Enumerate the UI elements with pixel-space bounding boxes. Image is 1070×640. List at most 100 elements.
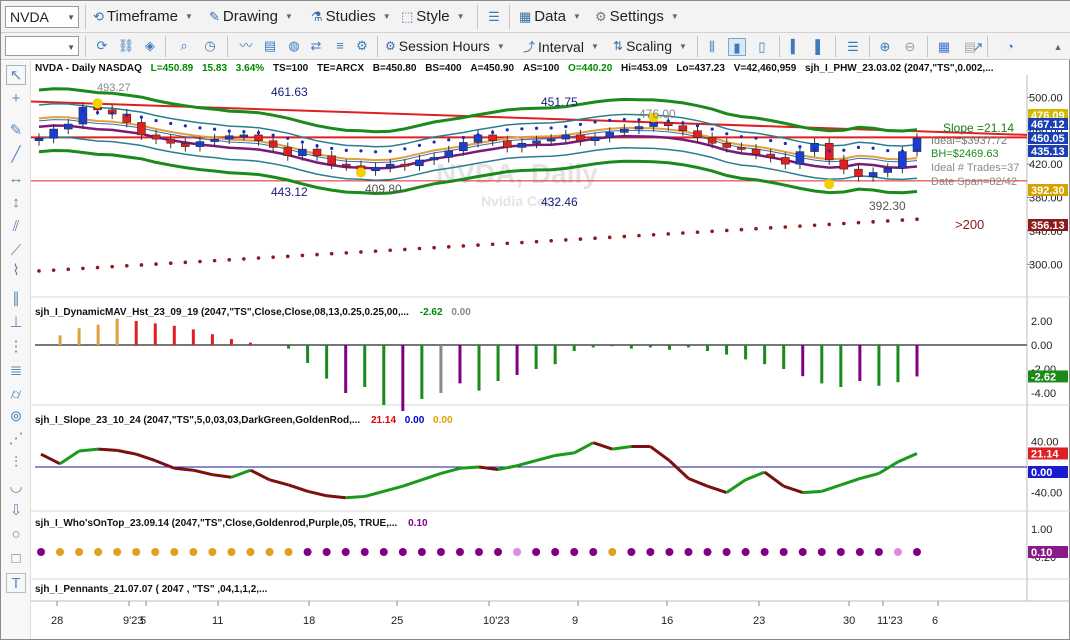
candle-body bbox=[737, 147, 746, 150]
settings-menu[interactable]: ⚙ Settings ▼ bbox=[595, 8, 679, 25]
whos-on-top-dot bbox=[532, 548, 541, 556]
crosshair-icon[interactable]: + bbox=[6, 89, 26, 109]
settings-label: Settings bbox=[609, 8, 664, 25]
ma200-dot bbox=[329, 251, 334, 256]
annotation-high-3: 476.00 bbox=[639, 107, 676, 121]
candle-body bbox=[34, 138, 44, 142]
table-icon[interactable]: ▦ bbox=[935, 38, 953, 56]
chevron-down-icon[interactable]: ▼ bbox=[67, 13, 75, 22]
candle-body bbox=[166, 138, 175, 144]
vline-icon[interactable]: ↕ bbox=[6, 193, 26, 213]
blue-dot bbox=[271, 133, 275, 137]
fib-ext-icon[interactable]: ⋮ bbox=[6, 337, 26, 357]
studies-menu[interactable]: ⚗ Studies ▼ bbox=[311, 8, 391, 25]
ma200-dot bbox=[198, 259, 202, 264]
list-icon[interactable]: ≡ bbox=[331, 37, 349, 55]
magnifier-icon[interactable]: ⌕ bbox=[175, 37, 193, 55]
bars-icon[interactable]: ∥ bbox=[6, 289, 26, 309]
whos-on-top-dot bbox=[741, 548, 750, 556]
session-hours-menu[interactable]: ⚙ Session Hours ▼ bbox=[385, 38, 505, 54]
bundle-icon[interactable]: ⚙ bbox=[353, 37, 371, 55]
cycle-icon[interactable]: ⊚ bbox=[6, 407, 26, 427]
ma200-dot bbox=[183, 260, 188, 265]
ellipse-icon[interactable]: ○ bbox=[6, 525, 26, 545]
layout-icon[interactable]: ☰ bbox=[485, 8, 503, 26]
candle-body bbox=[459, 142, 468, 152]
line-icon[interactable]: ╱ bbox=[6, 145, 26, 165]
interval-menu[interactable]: ⤴ Interval ▼ bbox=[523, 38, 599, 55]
chevron-up-icon[interactable]: ▲ bbox=[1049, 38, 1067, 56]
time-tick-label: 16 bbox=[661, 615, 673, 627]
ma200-dot bbox=[344, 251, 349, 255]
chart-icon[interactable]: 〰 bbox=[237, 37, 255, 55]
ma200-dot bbox=[622, 234, 627, 239]
scaling-menu[interactable]: ⇅ Scaling ▼ bbox=[613, 38, 687, 54]
columns-icon[interactable]: ▌ bbox=[811, 38, 829, 56]
slope-segment bbox=[573, 441, 594, 455]
whos-on-top-dot bbox=[75, 548, 84, 556]
interval-select[interactable]: ▼ bbox=[5, 36, 79, 56]
toolbar-separator bbox=[477, 5, 478, 29]
text-tool-icon[interactable]: T bbox=[6, 573, 26, 593]
volume-icon[interactable]: ▍ bbox=[787, 38, 805, 56]
ma200-dot bbox=[578, 237, 583, 241]
style-menu[interactable]: ⬚ Style ▼ bbox=[401, 8, 465, 25]
link-icon[interactable]: ⛓ bbox=[117, 37, 135, 55]
regression-icon[interactable]: ⫶ bbox=[6, 453, 26, 473]
swing-point-dot bbox=[92, 98, 103, 109]
bar-chart-icon[interactable]: ⫼ bbox=[703, 38, 721, 56]
symbol-input[interactable]: NVDA ▼ bbox=[5, 6, 79, 28]
pointer-icon[interactable]: ↖ bbox=[6, 65, 26, 85]
ma200-dot bbox=[754, 226, 758, 231]
blue-dot bbox=[110, 111, 114, 115]
timeframe-menu[interactable]: ⟲ Timeframe ▼ bbox=[93, 8, 193, 25]
drawing-menu[interactable]: ✎ Drawing ▼ bbox=[209, 8, 293, 25]
fib-icon[interactable]: ⌇ bbox=[6, 261, 26, 281]
pane3-value1: 21.14 bbox=[370, 415, 397, 426]
zoom-in-icon[interactable]: ⊕ bbox=[876, 38, 894, 56]
grid-icon[interactable]: ▤ bbox=[261, 37, 279, 55]
arc-icon[interactable]: ◡ bbox=[6, 477, 26, 497]
channel-icon[interactable]: ⫽ bbox=[6, 217, 26, 237]
pitchfork-icon[interactable]: ⌭ bbox=[6, 385, 26, 405]
chevron-down-icon: ▼ bbox=[572, 12, 581, 21]
wrench-icon[interactable]: ✎ bbox=[6, 121, 26, 141]
slope-segment bbox=[440, 466, 461, 475]
cube-icon[interactable]: ◈ bbox=[141, 37, 159, 55]
gann-icon[interactable]: ⊥ bbox=[6, 313, 26, 333]
trend-icon[interactable]: ⟋ bbox=[6, 241, 26, 261]
globe-icon[interactable]: ◍ bbox=[285, 37, 303, 55]
fib-lines-icon[interactable]: ≣ bbox=[6, 361, 26, 381]
rectangle-icon[interactable]: □ bbox=[6, 549, 26, 569]
candlestick-icon[interactable]: ▮ bbox=[728, 38, 746, 56]
whos-on-top-dot bbox=[855, 548, 864, 556]
chevron-down-icon[interactable]: ▼ bbox=[67, 43, 75, 52]
zoom-out-icon[interactable]: ⊖ bbox=[901, 38, 919, 56]
whos-on-top-dot bbox=[570, 548, 579, 556]
window-icon[interactable]: ☰ bbox=[844, 38, 862, 56]
analysis-icon[interactable]: ◔ bbox=[1001, 38, 1019, 56]
add-chart-icon[interactable]: ↗ bbox=[969, 38, 987, 56]
hline-icon[interactable]: ↔ bbox=[6, 169, 26, 189]
style-label: Style bbox=[416, 8, 450, 25]
pane3-tick-label: 40.00 bbox=[1031, 436, 1059, 448]
chart-area[interactable]: NVDA, DailyNvidia Corp461.63451.75443.12… bbox=[31, 61, 1070, 639]
candle-body bbox=[751, 148, 761, 155]
arrow-down-icon[interactable]: ⇩ bbox=[6, 501, 26, 521]
clock-icon[interactable]: ◷ bbox=[201, 37, 219, 55]
tradestation-chart-window: NVDA ▼ ⟲ Timeframe ▼ ✎ Drawing ▼ ⚗ Studi… bbox=[0, 0, 1070, 640]
data-menu[interactable]: ▦ Data ▼ bbox=[519, 8, 581, 25]
slope-segment bbox=[745, 470, 766, 482]
ma200-dot bbox=[812, 223, 817, 228]
toolbar-separator bbox=[85, 5, 86, 29]
hollow-candle-icon[interactable]: ▯ bbox=[753, 38, 771, 56]
candle-body bbox=[210, 138, 219, 142]
ma200-dot bbox=[651, 232, 656, 237]
candle-body bbox=[298, 148, 307, 157]
refresh-icon[interactable]: ⟳ bbox=[93, 37, 111, 55]
candle-body bbox=[503, 140, 512, 148]
ma200-dot bbox=[285, 254, 290, 259]
slope-segment bbox=[859, 471, 880, 480]
speed-icon[interactable]: ⋰ bbox=[6, 429, 26, 449]
swap-icon[interactable]: ⇄ bbox=[307, 37, 325, 55]
